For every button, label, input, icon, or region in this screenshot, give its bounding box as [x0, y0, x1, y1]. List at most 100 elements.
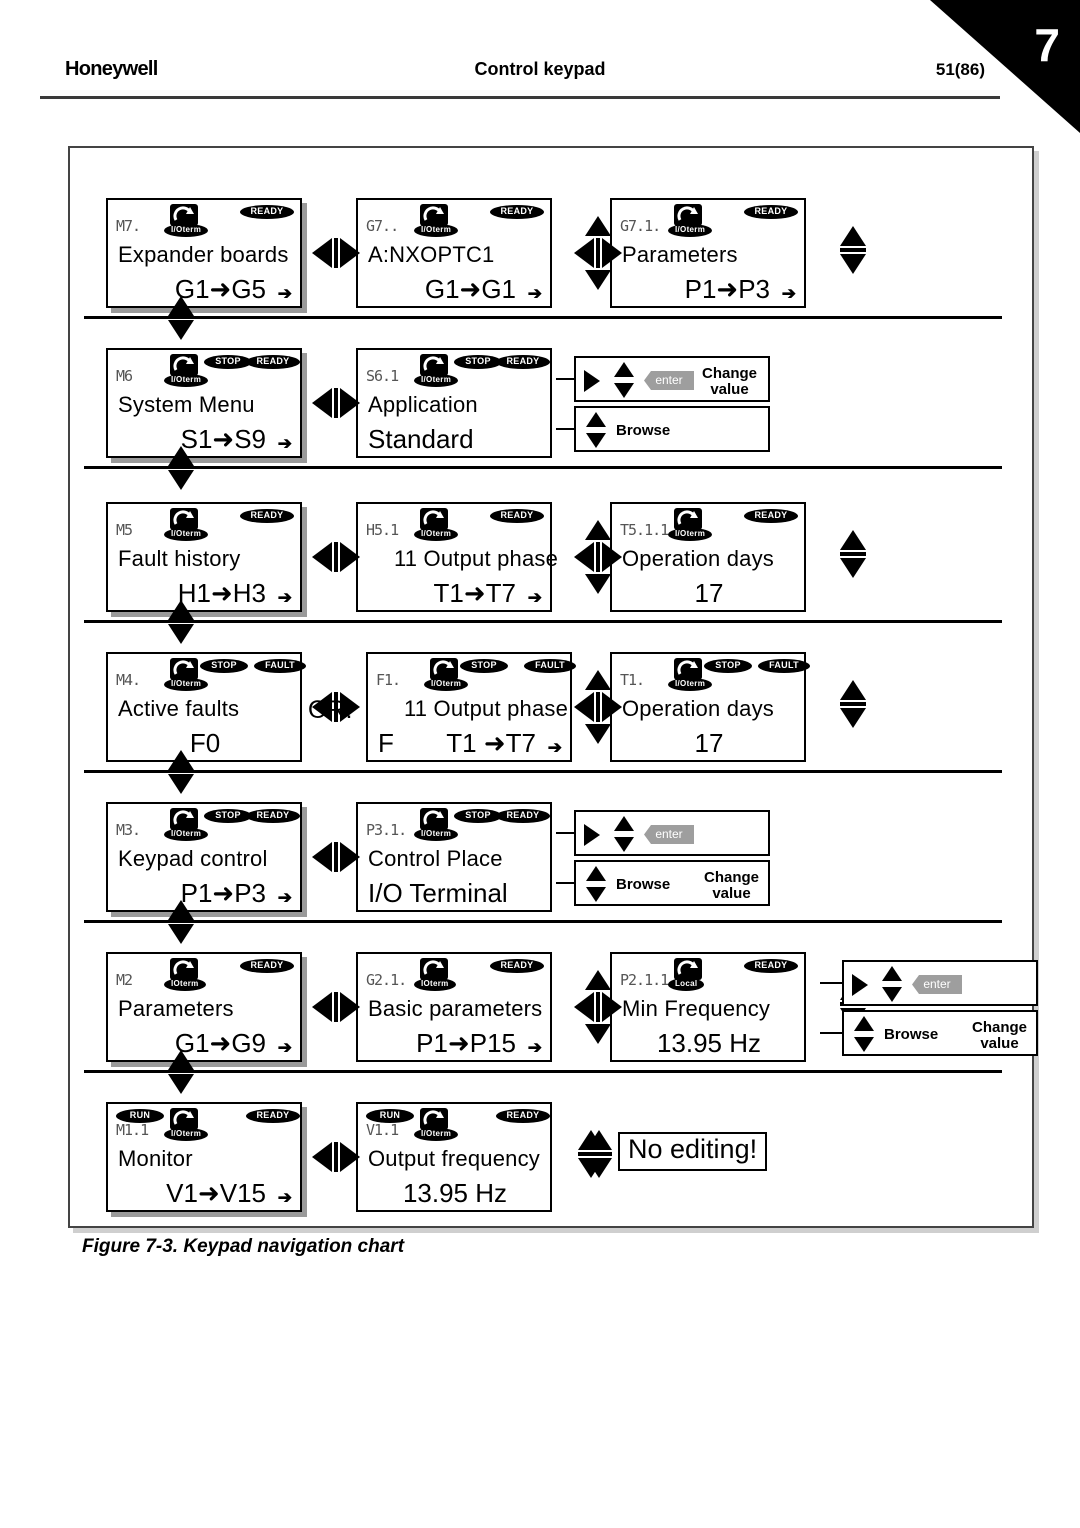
nav-down-arrow-icon[interactable] [585, 1024, 611, 1044]
nav-output-frequency-browse[interactable] [578, 1130, 604, 1178]
change-value-line2: value [980, 1034, 1019, 1052]
rotation-direction-icon [170, 508, 198, 530]
nav-between-menu-and-item[interactable] [312, 542, 360, 572]
nav-right-arrow-icon[interactable] [602, 692, 622, 722]
nav-down-arrow-icon[interactable] [168, 320, 194, 340]
status-badge-stop: STOP [460, 659, 508, 673]
nav-left-arrow-icon[interactable] [312, 1142, 332, 1172]
nav-left-arrow-icon[interactable] [574, 992, 594, 1022]
nav-up-arrow-icon[interactable] [168, 900, 194, 920]
more-indicator-icon: ➔ [277, 284, 292, 303]
nav-down-arrow-icon[interactable] [585, 724, 611, 744]
nav-value-browse[interactable] [840, 530, 866, 578]
nav-down-arrow-icon[interactable] [585, 574, 611, 594]
nav-down-arrow-icon[interactable] [840, 708, 866, 728]
nav-up-arrow-icon[interactable] [578, 1130, 604, 1150]
nav-down-arrow-icon[interactable] [585, 270, 611, 290]
nav-right-arrow-icon[interactable] [340, 238, 360, 268]
control-place-badge: I/Oterm [414, 1128, 459, 1141]
change-value-label: Change value [702, 366, 757, 398]
nav-between-menu-and-item[interactable] [312, 992, 360, 1022]
nav-up-arrow-icon[interactable] [840, 226, 866, 246]
nav-between-menu-and-item[interactable] [312, 238, 360, 268]
nav-up-arrow-icon[interactable] [168, 1050, 194, 1070]
nav-menu-chain[interactable] [168, 750, 194, 796]
nav-down-arrow-icon[interactable] [840, 254, 866, 274]
nav-menu-chain[interactable] [168, 1050, 194, 1096]
panel-value-text: I/O Terminal [368, 878, 508, 908]
nav-left-arrow-icon[interactable] [574, 238, 594, 268]
nav-up-arrow-icon[interactable] [585, 670, 611, 690]
status-badge-stop: STOP [454, 809, 502, 823]
keypad-display-panel: T5.1.1 I/Oterm READY Operation days 17 [610, 502, 814, 620]
nav-down-arrow-icon[interactable] [168, 924, 194, 944]
keypad-display-panel: M5 I/Oterm READY Fault history H1➜H3 ➔ [106, 502, 302, 612]
callout-up-arrow-icon [586, 412, 606, 427]
nav-between-item-and-value[interactable] [574, 970, 622, 1044]
nav-between-menu-and-item[interactable] [312, 388, 360, 418]
nav-left-arrow-icon[interactable] [312, 542, 332, 572]
nav-right-arrow-icon[interactable] [602, 992, 622, 1022]
nav-down-arrow-icon[interactable] [840, 558, 866, 578]
nav-up-arrow-icon[interactable] [168, 446, 194, 466]
nav-right-arrow-icon[interactable] [340, 1142, 360, 1172]
nav-between-menu-and-item[interactable] [312, 1142, 360, 1172]
nav-up-arrow-icon[interactable] [585, 970, 611, 990]
nav-menu-chain[interactable] [168, 900, 194, 946]
browse-label: Browse [616, 876, 671, 893]
callout-right-arrow-icon [852, 974, 868, 996]
nav-left-arrow-icon[interactable] [574, 542, 594, 572]
nav-right-arrow-icon[interactable] [602, 238, 622, 268]
nav-menu-chain[interactable] [168, 296, 194, 342]
nav-left-arrow-icon[interactable] [312, 842, 332, 872]
nav-menu-chain[interactable] [168, 600, 194, 646]
nav-up-arrow-icon[interactable] [840, 680, 866, 700]
nav-right-arrow-icon[interactable] [602, 542, 622, 572]
panel-code-label: M1.1 [116, 1121, 149, 1139]
nav-down-arrow-icon[interactable] [168, 774, 194, 794]
nav-up-arrow-icon[interactable] [168, 750, 194, 770]
panel-value-text: T1 ➜T7 [446, 728, 536, 758]
control-place-badge: I/Oterm [668, 678, 713, 691]
nav-right-arrow-icon[interactable] [340, 542, 360, 572]
nav-up-arrow-icon[interactable] [168, 296, 194, 316]
enter-key-icon[interactable]: enter [912, 975, 962, 994]
change-value-line1: Change [704, 869, 760, 886]
nav-right-arrow-icon[interactable] [340, 842, 360, 872]
keypad-display-panel: M3. I/Oterm STOP READY Keypad control P1➜P3 ➔ [106, 802, 302, 912]
panel-value-text: G1➜G9 [174, 1028, 266, 1058]
nav-menu-chain[interactable] [168, 446, 194, 492]
nav-between-item-and-value[interactable] [574, 670, 622, 744]
panel-value-text: G1➜G5 [174, 274, 266, 304]
panel-value-text: V1➜V15 [166, 1178, 266, 1208]
keypad-navigation-figure: M7. I/Oterm READY Expander boards G1➜G5 ➔ G7..… [68, 146, 1038, 1228]
enter-key-icon[interactable]: enter [644, 825, 694, 844]
nav-value-browse[interactable] [840, 226, 866, 274]
figure-caption: Figure 7-3. Keypad navigation chart [82, 1236, 405, 1257]
nav-down-arrow-icon[interactable] [168, 1074, 194, 1094]
nav-between-item-and-value[interactable] [574, 216, 622, 290]
nav-up-arrow-icon[interactable] [840, 530, 866, 550]
nav-up-arrow-icon[interactable] [168, 600, 194, 620]
nav-left-arrow-icon[interactable] [312, 238, 332, 268]
nav-down-arrow-icon[interactable] [578, 1158, 604, 1178]
nav-down-arrow-icon[interactable] [168, 470, 194, 490]
keypad-display-panel: M4. I/Oterm STOP FAULT Active faults F0 [106, 652, 306, 762]
nav-right-arrow-icon[interactable] [340, 388, 360, 418]
nav-down-arrow-icon[interactable] [168, 624, 194, 644]
enter-key-icon[interactable]: enter [644, 371, 694, 390]
nav-divider [334, 388, 338, 418]
keypad-display-panel: G2.1. IOterm READY Basic parameters P1➜P15 ➔ [356, 952, 560, 1070]
nav-up-arrow-icon[interactable] [585, 520, 611, 540]
nav-left-arrow-icon[interactable] [574, 692, 594, 722]
nav-left-arrow-icon[interactable] [312, 992, 332, 1022]
panel-code-label: M3. [116, 821, 141, 839]
rotation-direction-icon [420, 204, 448, 226]
nav-up-arrow-icon[interactable] [585, 216, 611, 236]
nav-between-item-and-value[interactable] [574, 520, 622, 594]
nav-between-menu-and-item[interactable] [312, 842, 360, 872]
nav-value-browse[interactable] [840, 680, 866, 728]
nav-right-arrow-icon[interactable] [340, 992, 360, 1022]
status-badge-ready: READY [490, 509, 544, 523]
nav-left-arrow-icon[interactable] [312, 388, 332, 418]
